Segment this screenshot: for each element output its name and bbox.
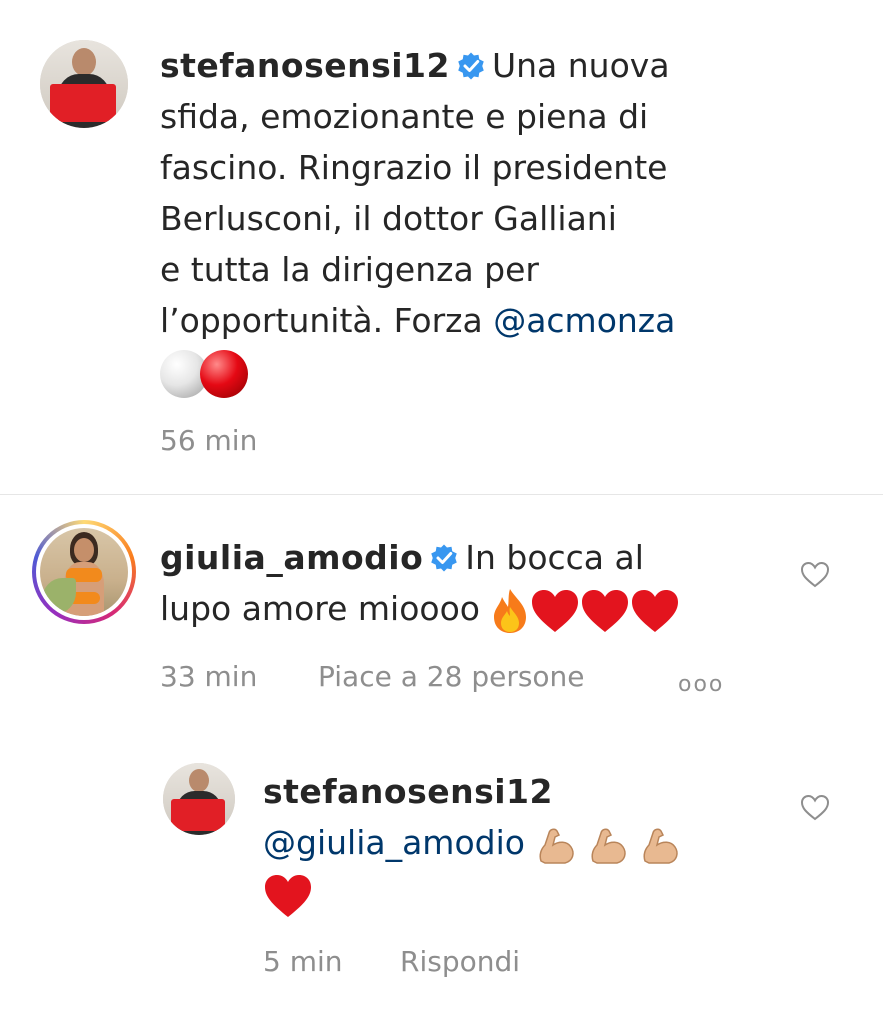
heart-emoji	[632, 589, 679, 632]
mention-link[interactable]: @giulia_amodio	[263, 823, 525, 862]
heart-emoji	[265, 874, 311, 917]
avatar[interactable]	[40, 528, 128, 616]
avatar[interactable]	[163, 763, 235, 835]
username[interactable]: stefanosensi12	[160, 46, 450, 85]
avatar-head	[189, 769, 209, 792]
verified-badge-icon	[458, 52, 484, 80]
heart-emoji	[582, 589, 629, 632]
comment-text: e tutta la dirigenza per	[160, 250, 539, 289]
avatar-face	[74, 538, 94, 562]
flexed-biceps-emoji	[539, 828, 575, 864]
comment-text: Una nuova	[491, 46, 670, 85]
avatar-shirt	[171, 799, 225, 831]
more-options-icon[interactable]: ooo	[678, 672, 724, 697]
comment-text: In bocca al	[465, 538, 644, 577]
red-ball-emoji	[200, 349, 248, 398]
avatar-shirt	[50, 84, 116, 122]
reply-button[interactable]: Rispondi	[400, 945, 520, 978]
comment-text: sfida, emozionante e piena di	[160, 97, 649, 136]
like-heart-icon[interactable]	[800, 560, 830, 590]
flexed-biceps-emoji	[591, 828, 627, 864]
username[interactable]: giulia_amodio	[160, 538, 423, 577]
like-heart-icon[interactable]	[800, 793, 830, 823]
comment-text: lupo amore mioooo	[160, 589, 480, 628]
reply-comment: stefanosensi12 @giulia_amodio	[263, 766, 783, 919]
heart-emoji	[532, 589, 579, 632]
fire-emoji	[494, 588, 527, 633]
comment-text: fascino. Ringrazio il presidente	[160, 148, 668, 187]
avatar[interactable]	[40, 40, 128, 128]
verified-badge-icon	[431, 544, 457, 572]
timestamp: 5 min	[263, 945, 343, 978]
divider	[0, 494, 883, 495]
caption-comment: stefanosensi12 Una nuova sfida, emozionan…	[160, 40, 860, 398]
mention-link[interactable]: @acmonza	[493, 301, 675, 340]
comment-text: Berlusconi, il dottor Galliani	[160, 199, 617, 238]
comment-text: l’opportunità. Forza	[160, 301, 494, 340]
timestamp: 33 min	[160, 660, 258, 693]
comment: giulia_amodio In bocca al lupo amore mioo…	[160, 532, 780, 635]
username[interactable]: stefanosensi12	[263, 772, 553, 811]
avatar-head	[72, 48, 96, 76]
timestamp: 56 min	[160, 424, 258, 457]
likes-count[interactable]: Piace a 28 persone	[318, 660, 585, 693]
flexed-biceps-emoji	[643, 828, 679, 864]
